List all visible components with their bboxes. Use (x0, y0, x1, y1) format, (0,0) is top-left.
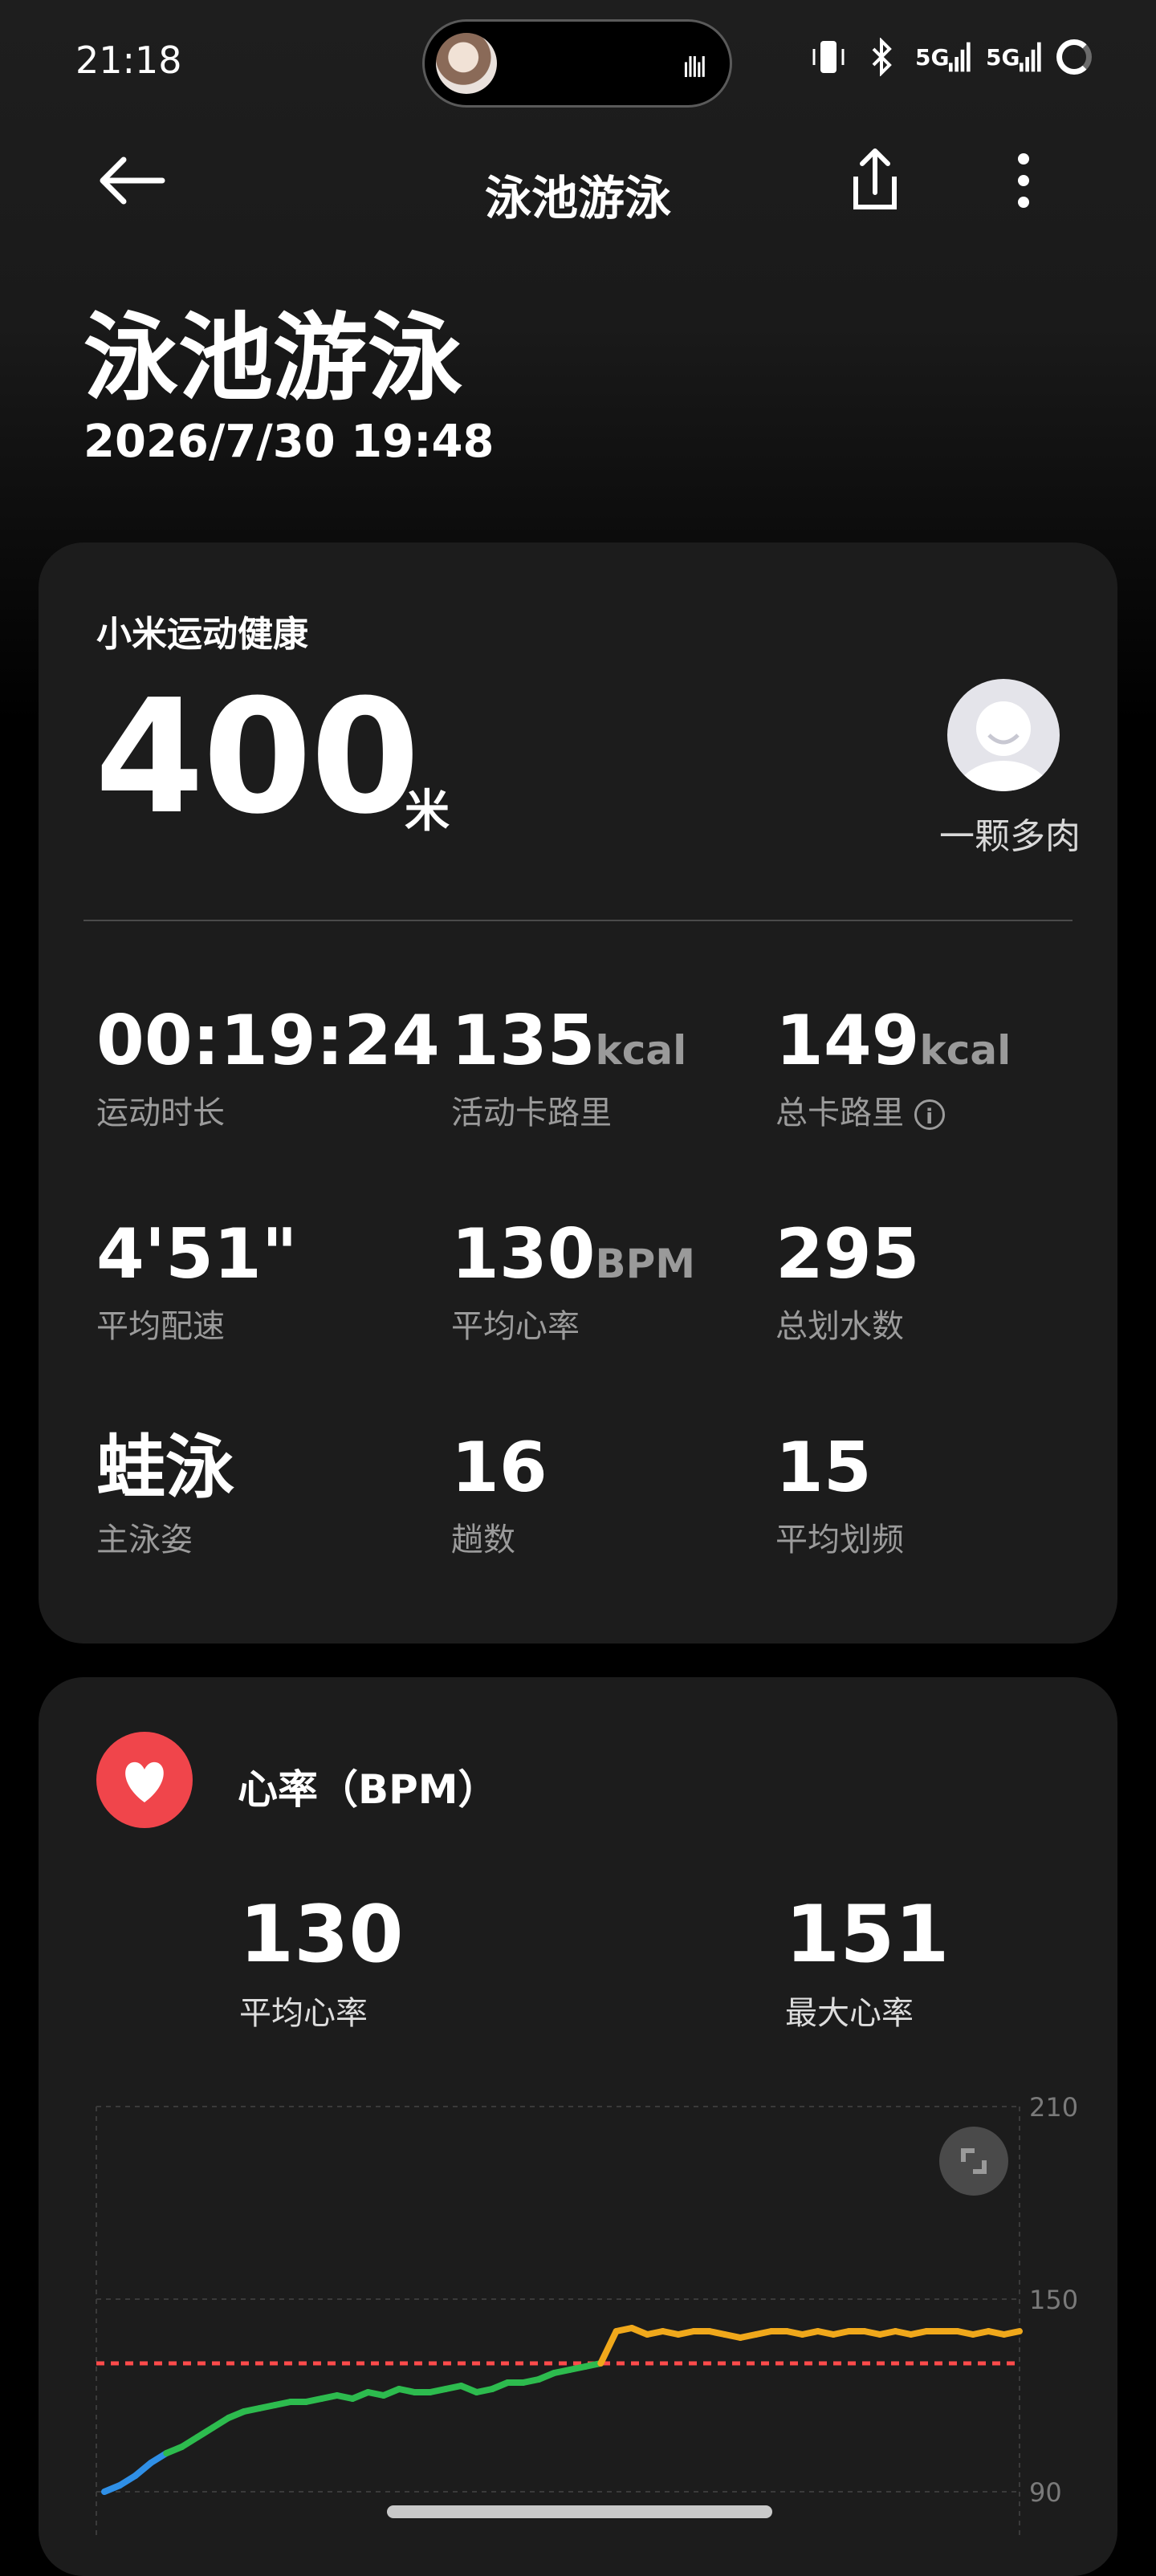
metric-total-calories: 149kcal 总卡路里 i (775, 1006, 1011, 1133)
share-button[interactable] (843, 144, 907, 217)
metric-active-calories: 135kcal 活动卡路里 (451, 1006, 686, 1133)
app-bar-title: 泳池游泳 (484, 171, 671, 226)
metric-label: 总划水数 (775, 1308, 904, 1345)
signal-5g-icon: 5G (915, 37, 971, 77)
brand-label: 小米运动健康 (96, 614, 308, 655)
metric-value: 00:19:24 (96, 1001, 440, 1081)
signal-label: 5G (915, 43, 950, 71)
metric-label: 趟数 (451, 1522, 515, 1558)
metric-value: 149 (775, 1001, 920, 1081)
system-icons: 5G 5G (809, 37, 1092, 77)
user-avatar-icon (955, 701, 1052, 791)
metric-value: 295 (775, 1214, 920, 1294)
metric-label: 活动卡路里 (451, 1095, 612, 1132)
metric-value: 135 (451, 1001, 596, 1081)
y-tick-label: 210 (1029, 2092, 1078, 2123)
share-icon (853, 148, 897, 209)
metric-value: 15 (775, 1428, 872, 1508)
metric-label: 运动时长 (96, 1095, 225, 1132)
dynamic-island[interactable]: ıllıl (422, 19, 732, 108)
metric-unit: kcal (919, 1027, 1012, 1074)
metric-laps: 16 趟数 (451, 1433, 547, 1560)
y-tick-label: 150 (1029, 2285, 1078, 2315)
status-time: 21:18 (75, 39, 182, 82)
heart-rate-line-segment (597, 2328, 620, 2367)
metric-value: 16 (451, 1428, 547, 1508)
summary-card: 小米运动健康 400 米 一颗多肉 00:19:24 运动时长 135kcal … (39, 542, 1117, 1644)
workout-datetime: 2026/7/30 19:48 (83, 416, 495, 468)
home-indicator[interactable] (387, 2505, 772, 2518)
metric-avg-pace: 4'51" 平均配速 (96, 1220, 298, 1347)
more-vertical-icon (1018, 153, 1029, 208)
divider (83, 920, 1073, 921)
metric-label: 主泳姿 (96, 1522, 193, 1558)
user-name: 一颗多肉 (939, 816, 1081, 857)
metric-value: 蛙泳 (96, 1428, 234, 1508)
signal-label: 5G (986, 43, 1020, 71)
vibrate-icon (809, 37, 848, 77)
expand-chart-button[interactable] (939, 2127, 1008, 2196)
status-bar: 21:18 ıllıl 5G 5G (0, 0, 1156, 128)
metric-label: 平均心率 (451, 1308, 580, 1345)
heart-rate-line-segment (1000, 2328, 1023, 2338)
metric-duration: 00:19:24 运动时长 (96, 1006, 440, 1133)
metric-main-stroke: 蛙泳 主泳姿 (96, 1433, 234, 1560)
signal-5g-icon: 5G (986, 37, 1042, 77)
metric-value: 4'51" (96, 1214, 298, 1294)
metric-total-strokes: 295 总划水数 (775, 1220, 920, 1347)
distance-unit: 米 (405, 786, 450, 838)
expand-icon (961, 2148, 987, 2174)
bluetooth-icon (862, 37, 901, 77)
more-button[interactable] (995, 152, 1052, 209)
user-avatar[interactable] (947, 679, 1060, 791)
metric-avg-heart-rate: 130BPM 平均心率 (451, 1220, 695, 1347)
info-icon[interactable]: i (914, 1099, 945, 1130)
audio-wave-icon: ıllıl (682, 52, 707, 84)
metric-unit: kcal (595, 1027, 687, 1074)
heart-rate-card: 心率（BPM） 130 平均心率 151 最大心率 210 150 90 (39, 1677, 1117, 2576)
metric-label: 平均配速 (96, 1308, 225, 1345)
y-tick-label: 90 (1029, 2477, 1062, 2508)
battery-ring-icon (1056, 39, 1092, 75)
distance-value: 400 (95, 666, 420, 849)
metric-value: 130 (451, 1214, 596, 1294)
metric-unit: BPM (595, 1241, 696, 1287)
metric-label: 总卡路里 (775, 1095, 904, 1132)
workout-title: 泳池游泳 (83, 303, 463, 413)
metric-avg-stroke-rate: 15 平均划频 (775, 1433, 904, 1560)
media-avatar-icon (436, 33, 497, 94)
metric-label: 平均划频 (775, 1522, 904, 1558)
